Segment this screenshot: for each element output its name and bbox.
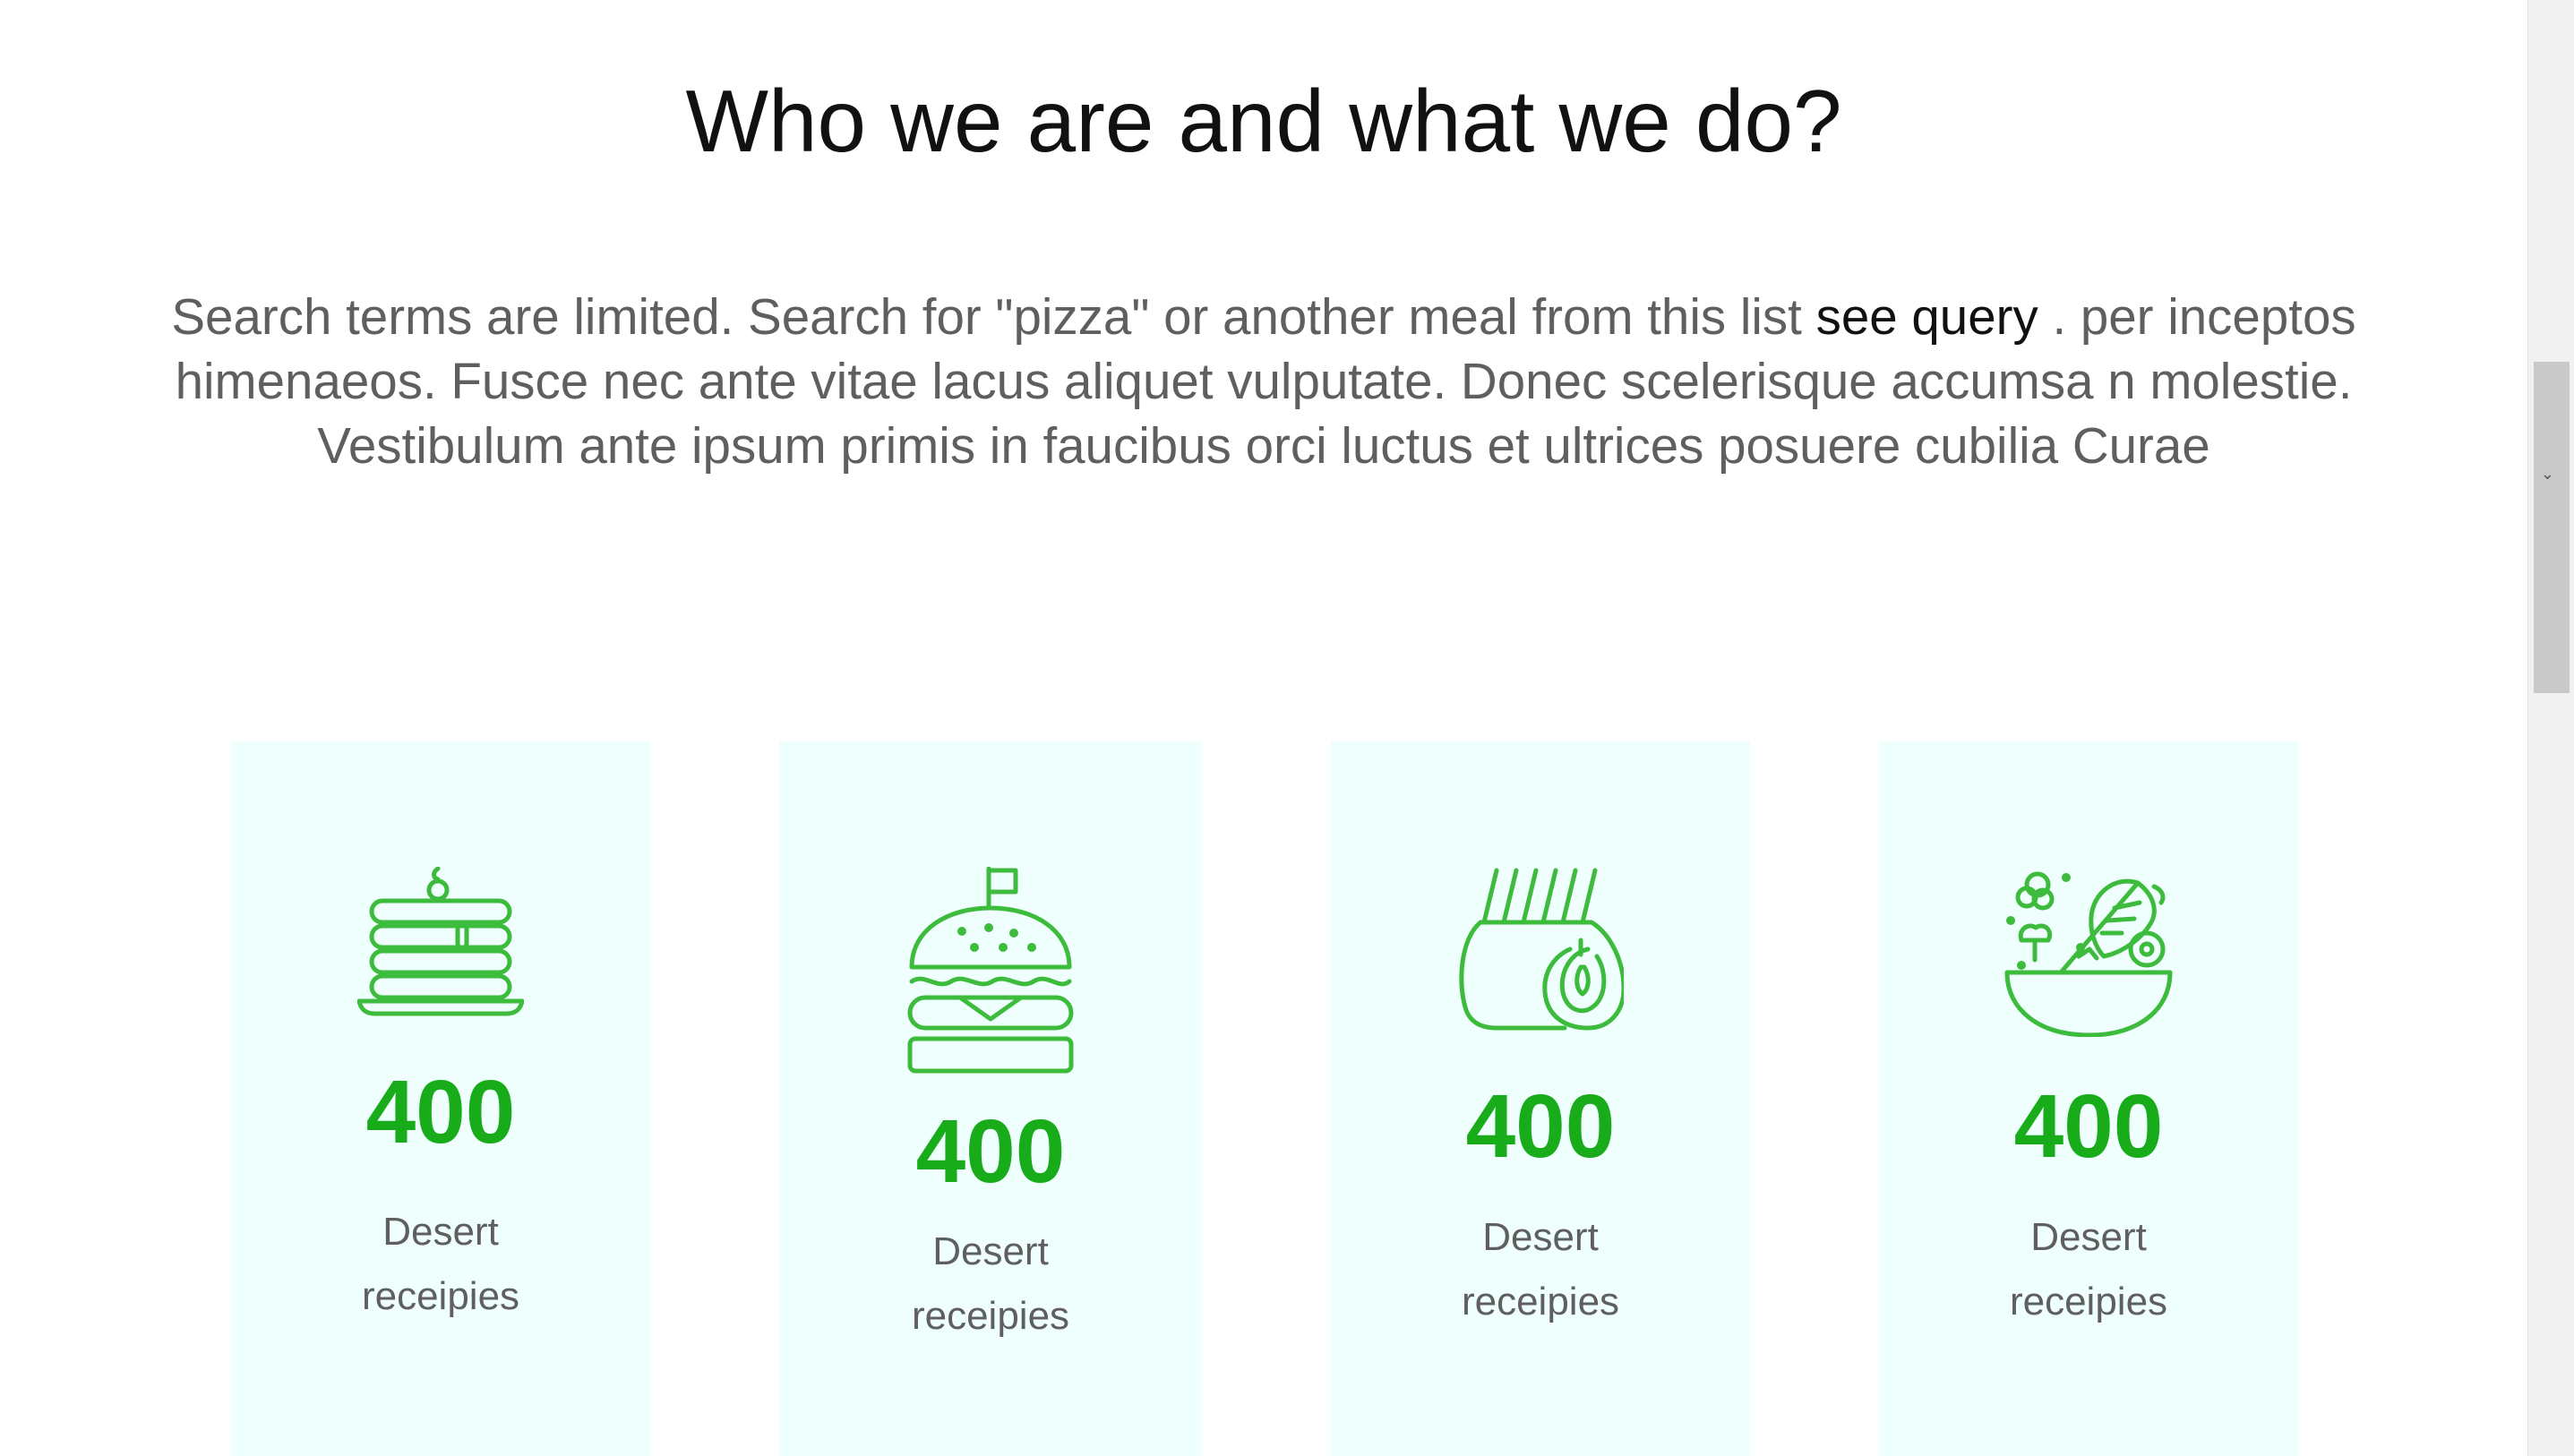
stat-number: 400 xyxy=(2013,1076,2164,1177)
section-title: Who we are and what we do? xyxy=(685,72,1842,170)
stat-label-line-2: receipies xyxy=(911,1294,1070,1338)
stat-label: Desert receipies xyxy=(231,1200,650,1329)
stat-label: Desert receipies xyxy=(1879,1205,2298,1334)
stat-card-meat: 400 Desert receipies xyxy=(1331,741,1750,1456)
about-section: Who we are and what we do? Search terms … xyxy=(0,0,2527,1456)
stat-label-line-1: Desert xyxy=(2030,1215,2147,1259)
vertical-scrollbar[interactable]: ⌄ xyxy=(2527,0,2574,1456)
burger-icon xyxy=(906,867,1075,1075)
stat-number: 400 xyxy=(365,1062,516,1162)
stat-label: Desert receipies xyxy=(779,1220,1202,1349)
section-intro: Search terms are limited. Search for "pi… xyxy=(134,285,2393,478)
stat-label-line-2: receipies xyxy=(1461,1280,1620,1323)
intro-text-line-3: Vestibulum ante ipsum primis in faucibus… xyxy=(317,417,2210,474)
chevron-down-icon: ⌄ xyxy=(2540,465,2554,483)
stat-label-line-1: Desert xyxy=(1482,1215,1599,1259)
ribs-icon xyxy=(1457,867,1624,1032)
intro-text-line-2: himenaeos. Fusce nec ante vitae lacus al… xyxy=(175,353,2353,409)
intro-text-part-1: Search terms are limited. Search for "pi… xyxy=(171,288,1802,345)
stat-label-line-1: Desert xyxy=(382,1210,499,1254)
scrollbar-thumb[interactable] xyxy=(2534,362,2570,693)
stat-label: Desert receipies xyxy=(1331,1205,1750,1334)
see-query-link[interactable]: see query xyxy=(1816,288,2038,345)
stat-number: 400 xyxy=(1465,1076,1616,1177)
stat-number: 400 xyxy=(915,1101,1066,1202)
stat-card-desserts: 400 Desert receipies xyxy=(231,741,650,1456)
stat-label-line-2: receipies xyxy=(2009,1280,2168,1323)
stat-card-burgers: 400 Desert receipies xyxy=(779,741,1202,1456)
stat-label-line-2: receipies xyxy=(361,1274,520,1318)
stat-label-line-1: Desert xyxy=(932,1229,1049,1273)
page: Who we are and what we do? Search terms … xyxy=(0,0,2574,1456)
intro-text-part-2: . per inceptos xyxy=(2052,288,2356,345)
pancakes-icon xyxy=(357,867,524,1017)
stat-card-salads: 400 Desert receipies xyxy=(1879,741,2298,1456)
salad-bowl-icon xyxy=(2003,867,2174,1037)
